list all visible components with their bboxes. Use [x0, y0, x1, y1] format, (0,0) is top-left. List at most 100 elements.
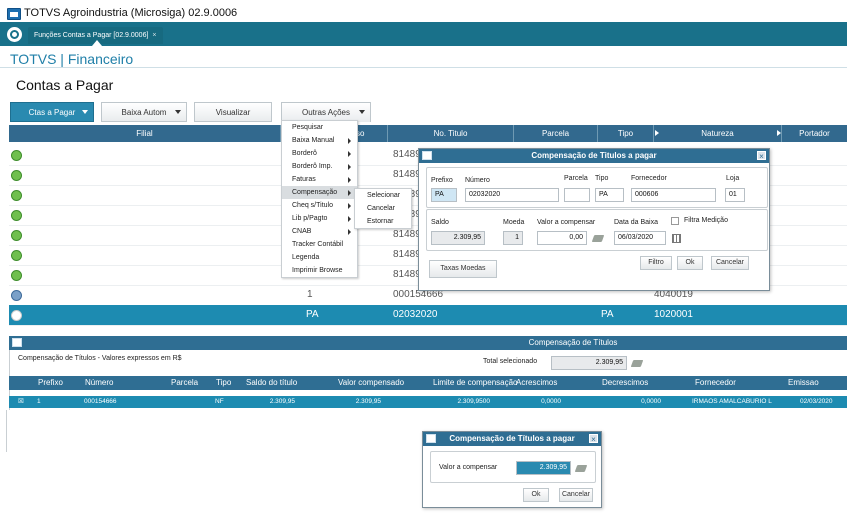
col-so[interactable]: so — [356, 125, 388, 142]
row-prefixo: 1 — [307, 289, 313, 300]
close-icon[interactable]: × — [757, 151, 766, 161]
close-icon[interactable]: × — [589, 434, 598, 444]
row-titulo: 81489 — [393, 229, 421, 240]
ok-button[interactable]: Ok — [677, 256, 703, 270]
ok-button[interactable]: Ok — [523, 488, 549, 502]
outras-acoes-menu: Pesquisar Baixa Manual Borderô Borderô I… — [281, 120, 358, 278]
taxas-moedas-button[interactable]: Taxas Moedas — [429, 260, 497, 278]
submenu-item-selecionar[interactable]: Selecionar — [355, 189, 411, 202]
col-parcela[interactable]: Parcela — [514, 125, 598, 142]
menu-item-lib-p-pagto[interactable]: Lib p/Pagto — [282, 212, 357, 225]
col-limite-compensacao[interactable]: Limite de compensação — [430, 376, 518, 390]
total-selecionado-label: Total selecionado — [483, 358, 538, 365]
submenu-item-estornar[interactable]: Estornar — [355, 215, 411, 228]
menu-item-label: Legenda — [292, 254, 320, 261]
col-parcela[interactable]: Parcela — [168, 376, 198, 390]
valor-compensar-field[interactable]: 0,00 — [537, 231, 587, 245]
fornecedor-label: Fornecedor — [631, 175, 667, 182]
table-row-selected[interactable]: ☒ 1 000154666 NF 2.309,95 2.309,95 2.309… — [9, 396, 847, 408]
status-green-icon — [11, 230, 22, 241]
menu-item-label: Borderô Imp. — [292, 163, 333, 170]
chevron-right-icon — [348, 203, 351, 209]
sort-icon — [777, 130, 781, 136]
col-numero[interactable]: Número — [82, 376, 113, 390]
row-titulo: 81489 — [393, 249, 421, 260]
menu-item-cnab[interactable]: CNAB — [282, 225, 357, 238]
menu-item-bordero-imp[interactable]: Borderô Imp. — [282, 160, 357, 173]
numero-field[interactable]: 02032020 — [465, 188, 559, 202]
col-valor-compensado[interactable]: Valor compensado — [335, 376, 404, 390]
saldo-field: 2.309,95 — [431, 231, 485, 245]
valor-compensar-field[interactable]: 2.309,95 — [516, 461, 571, 475]
menu-item-legenda[interactable]: Legenda — [282, 251, 357, 264]
compensacao-dialog: Compensação de Titulos a pagar × Prefixo… — [418, 148, 770, 291]
status-white-icon — [11, 310, 22, 321]
table-row-selected[interactable]: PA 02032020 PA 1020001 — [9, 305, 847, 326]
row-natureza: 1020001 — [654, 309, 693, 320]
cancelar-button[interactable]: Cancelar — [559, 488, 593, 502]
loja-field[interactable]: 01 — [725, 188, 745, 202]
menu-item-faturas[interactable]: Faturas — [282, 173, 357, 186]
valor-compensar-label: Valor a compensar — [537, 219, 596, 226]
ctas-a-pagar-button[interactable]: Ctas a Pagar — [10, 102, 94, 122]
data-baixa-field[interactable]: 06/03/2020 — [614, 231, 666, 245]
submenu-item-cancelar[interactable]: Cancelar — [355, 202, 411, 215]
col-acrescimos[interactable]: Acrescimos — [513, 376, 557, 390]
valor-compensar-label: Valor a compensar — [439, 464, 498, 471]
col-filial[interactable]: Filial — [9, 125, 281, 142]
menu-item-compensacao[interactable]: Compensação — [282, 186, 357, 199]
dialog-title: Compensação de Titulos a pagar — [419, 149, 769, 163]
status-green-icon — [11, 210, 22, 221]
cell-tipo: NF — [215, 398, 224, 405]
parcela-field[interactable] — [564, 188, 590, 202]
menu-item-pesquisar[interactable]: Pesquisar — [282, 121, 357, 134]
loja-label: Loja — [726, 175, 740, 182]
moeda-field: 1 — [503, 231, 523, 245]
col-tipo[interactable]: Tipo — [598, 125, 654, 142]
tipo-field[interactable]: PA — [595, 188, 624, 202]
fornecedor-field[interactable]: 000606 — [631, 188, 716, 202]
col-emissao[interactable]: Emissao — [785, 376, 819, 390]
page-title: Contas a Pagar — [16, 77, 114, 93]
outras-acoes-button[interactable]: Outras Ações — [281, 102, 371, 122]
col-natureza[interactable]: Natureza — [654, 125, 782, 142]
col-portador[interactable]: Portador — [782, 125, 847, 142]
row-checkbox[interactable]: ☒ — [18, 397, 28, 407]
compensacao-submenu: Selecionar Cancelar Estornar — [354, 188, 412, 229]
menu-item-cheq-s-titulo[interactable]: Cheq s/Titulo — [282, 199, 357, 212]
col-saldo-titulo[interactable]: Saldo do título — [243, 376, 297, 390]
row-tipo: PA — [601, 309, 614, 320]
chevron-right-icon — [348, 138, 351, 144]
menu-item-label: Faturas — [292, 176, 316, 183]
prefixo-field[interactable]: PA — [431, 188, 457, 202]
col-fornecedor[interactable]: Fornecedor — [692, 376, 736, 390]
calendar-icon[interactable] — [672, 234, 681, 243]
visualizar-button[interactable]: Visualizar — [194, 102, 272, 122]
total-selecionado-field: 2.309,95 — [551, 356, 627, 370]
menu-item-bordero[interactable]: Borderô — [282, 147, 357, 160]
chevron-right-icon — [348, 177, 351, 183]
home-icon[interactable] — [7, 27, 22, 42]
parcela-label: Parcela — [564, 175, 588, 182]
menu-item-label: Tracker Contábil — [292, 241, 344, 248]
menu-item-tracker-contabil[interactable]: Tracker Contábil — [282, 238, 357, 251]
filtro-button[interactable]: Filtro — [640, 256, 672, 270]
menu-item-baixa-manual[interactable]: Baixa Manual — [282, 134, 357, 147]
chevron-right-icon — [348, 229, 351, 235]
baixa-autom-button[interactable]: Baixa Autom — [101, 102, 187, 122]
filtra-medicao-checkbox[interactable] — [671, 217, 679, 225]
tab-close-icon[interactable]: × — [152, 32, 156, 39]
cancelar-button[interactable]: Cancelar — [711, 256, 749, 270]
divider — [6, 410, 7, 452]
cell-numero: 000154666 — [84, 398, 117, 405]
col-no-titulo[interactable]: No. Titulo — [388, 125, 514, 142]
col-decrescimos[interactable]: Decrescimos — [599, 376, 648, 390]
col-prefixo[interactable]: Prefixo — [35, 376, 63, 390]
menu-item-label: Imprimir Browse — [292, 267, 343, 274]
menu-item-imprimir-browse[interactable]: Imprimir Browse — [282, 264, 357, 277]
status-green-icon — [11, 250, 22, 261]
chevron-down-icon — [82, 110, 88, 114]
row-titulo: 02032020 — [393, 309, 438, 320]
valor-compensar-dialog: Compensação de Títulos a pagar × Valor a… — [422, 431, 602, 508]
col-tipo[interactable]: Tipo — [213, 376, 231, 390]
